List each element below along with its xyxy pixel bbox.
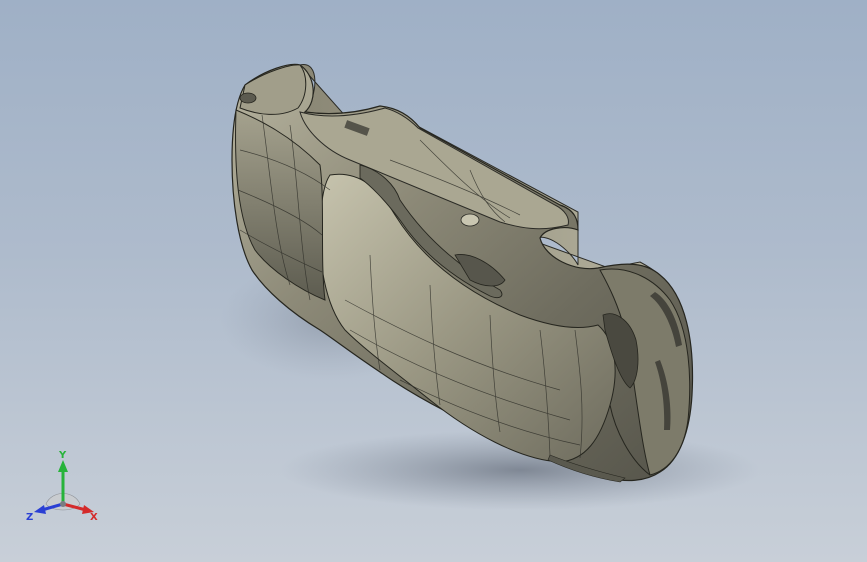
car-body-model[interactable]: [0, 0, 867, 562]
z-axis-label: Z: [26, 512, 33, 523]
rear-cap: [239, 64, 307, 115]
y-axis-arrow-icon: [58, 460, 68, 472]
rear-hole: [239, 92, 257, 104]
x-axis-label: X: [90, 512, 98, 523]
roof-hole: [460, 213, 480, 227]
y-axis-label: Y: [58, 450, 67, 461]
orientation-triad: Y X Z: [26, 450, 98, 523]
graphics-viewport[interactable]: Y X Z: [0, 0, 867, 562]
z-axis-arrow-icon: [34, 505, 46, 514]
